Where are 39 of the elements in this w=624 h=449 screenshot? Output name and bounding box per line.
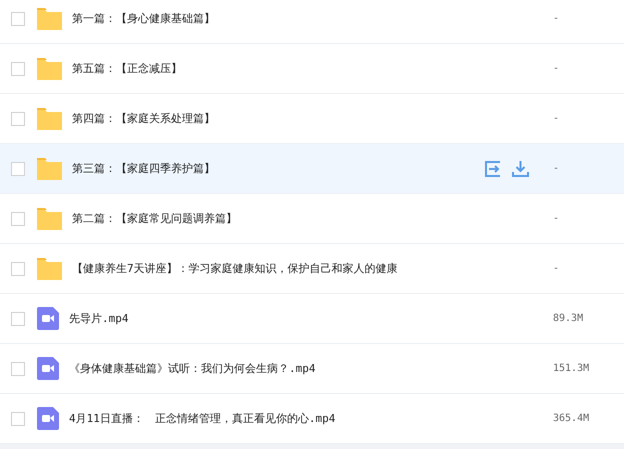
folder-icon <box>37 158 62 180</box>
checkbox[interactable] <box>11 312 25 326</box>
video-file-icon <box>37 307 59 330</box>
checkbox[interactable] <box>11 212 25 226</box>
download-icon[interactable] <box>512 160 529 176</box>
file-name[interactable]: 第一篇：【身心健康基础篇】 <box>72 11 553 26</box>
file-name[interactable]: 第二篇：【家庭常见问题调养篇】 <box>72 211 553 226</box>
file-size: - <box>553 163 560 174</box>
file-size: 89.3M <box>553 313 584 324</box>
video-file-icon <box>37 407 59 430</box>
file-name[interactable]: 《身体健康基础篇》试听：我们为何会生病？.mp4 <box>69 361 553 376</box>
folder-icon <box>37 208 62 230</box>
file-name[interactable]: 第五篇：【正念减压】 <box>72 61 553 76</box>
checkbox[interactable] <box>11 262 25 276</box>
file-size: 151.3M <box>553 363 590 374</box>
file-size: - <box>553 113 560 124</box>
file-name[interactable]: 先导片.mp4 <box>69 311 553 326</box>
folder-icon <box>37 108 62 130</box>
folder-icon <box>37 58 62 80</box>
folder-icon <box>37 8 62 30</box>
file-size: 365.4M <box>553 413 590 424</box>
checkbox[interactable] <box>11 362 25 376</box>
file-name[interactable]: 【健康养生7天讲座】：学习家庭健康知识，保护自己和家人的健康 <box>72 261 553 276</box>
file-size: - <box>553 13 560 24</box>
checkbox[interactable] <box>11 112 25 126</box>
file-row[interactable]: 第三篇：【家庭四季养护篇】 - <box>0 144 624 194</box>
file-name[interactable]: 4月11日直播： 正念情绪管理，真正看见你的心.mp4 <box>69 411 553 426</box>
folder-icon <box>37 258 62 280</box>
share-icon[interactable] <box>485 160 502 176</box>
checkbox[interactable] <box>11 162 25 176</box>
file-size: - <box>553 263 560 274</box>
checkbox[interactable] <box>11 12 25 26</box>
file-name[interactable]: 第四篇：【家庭关系处理篇】 <box>72 111 553 126</box>
file-size: - <box>553 213 560 224</box>
file-name[interactable]: 第三篇：【家庭四季养护篇】 <box>72 161 485 176</box>
file-size: - <box>553 63 560 74</box>
video-file-icon <box>37 357 59 380</box>
checkbox[interactable] <box>11 62 25 76</box>
checkbox[interactable] <box>11 412 25 426</box>
